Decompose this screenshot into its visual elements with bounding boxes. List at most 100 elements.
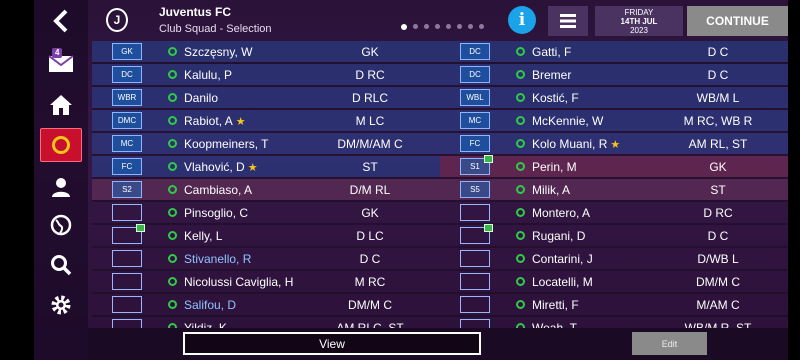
selection-slot[interactable]: S5 [460, 181, 490, 198]
selection-slot[interactable]: DC [460, 43, 490, 60]
availability-icon [516, 70, 525, 79]
selection-slot[interactable]: DC [460, 66, 490, 83]
player-name[interactable]: Salifou, D [184, 298, 236, 312]
menu-button[interactable] [548, 6, 588, 36]
home-button[interactable] [40, 88, 82, 122]
selection-slot[interactable]: FC [112, 158, 142, 175]
squad-row: GK Szczęsny, W GK DC Gatti, F D C [92, 41, 788, 64]
player-name[interactable]: Contarini, J [532, 252, 593, 266]
player-name[interactable]: Montero, A [532, 206, 590, 220]
selection-slot[interactable] [460, 250, 490, 267]
selection-slot[interactable]: DC [112, 66, 142, 83]
player-cell[interactable]: Kelly, L D LC [92, 224, 440, 246]
player-name[interactable]: Locatelli, M [532, 275, 593, 289]
player-cell[interactable]: Montero, A D RC [440, 202, 788, 223]
player-name[interactable]: Nicolussi Caviglia, H [184, 275, 293, 289]
edit-button[interactable]: Edit [632, 332, 707, 355]
selection-slot[interactable] [460, 273, 490, 290]
inbox-button[interactable]: 4 [40, 46, 82, 80]
player-name[interactable]: Danilo [184, 91, 218, 105]
club-button[interactable] [40, 128, 82, 162]
player-cell[interactable]: Stivanello, R D C [92, 248, 440, 269]
player-cell[interactable]: Rugani, D D C [440, 224, 788, 246]
page-indicator[interactable] [401, 24, 484, 30]
selection-slot[interactable] [460, 296, 490, 313]
player-name[interactable]: Kostić, F [532, 91, 579, 105]
availability-icon [168, 139, 177, 148]
player-name[interactable]: Rugani, D [532, 229, 585, 243]
player-cell[interactable]: S2 Cambiaso, A D/M RL [92, 179, 440, 200]
selection-slot[interactable]: DMC [112, 112, 142, 129]
player-cell[interactable]: Pinsoglio, C GK [92, 202, 440, 223]
player-name[interactable]: Cambiaso, A [184, 183, 252, 197]
selection-slot[interactable] [112, 204, 142, 221]
game-date[interactable]: FRIDAY 14TH JUL 2023 [595, 6, 683, 36]
view-button[interactable]: View [183, 332, 481, 355]
player-name[interactable]: Szczęsny, W [184, 45, 252, 59]
selection-slot[interactable]: FC [460, 135, 490, 152]
player-name[interactable]: Kolo Muani, R ★ [532, 137, 620, 151]
player-name[interactable]: Pinsoglio, C [184, 206, 248, 220]
squad-row: Pinsoglio, C GK Montero, A D RC [92, 202, 788, 225]
search-button[interactable] [40, 248, 82, 282]
staff-button[interactable] [40, 170, 82, 204]
selection-slot[interactable]: WBR [112, 89, 142, 106]
player-name[interactable]: Vlahović, D ★ [184, 160, 258, 174]
player-name-text: Locatelli, M [532, 275, 593, 289]
player-cell[interactable]: Miretti, F M/AM C [440, 294, 788, 315]
player-name[interactable]: Gatti, F [532, 45, 571, 59]
player-name-text: Contarini, J [532, 252, 593, 266]
selection-slot[interactable] [112, 296, 142, 313]
selection-slot[interactable] [112, 273, 142, 290]
player-name[interactable]: McKennie, W [532, 114, 603, 128]
player-name[interactable]: Milik, A [532, 183, 570, 197]
player-position: GK [361, 45, 379, 59]
selection-slot[interactable]: MC [112, 135, 142, 152]
player-cell[interactable]: GK Szczęsny, W GK [92, 41, 440, 62]
selection-slot[interactable]: WBL [460, 89, 490, 106]
availability-icon [168, 93, 177, 102]
selection-slot[interactable] [112, 250, 142, 267]
player-cell[interactable]: Contarini, J D/WB L [440, 248, 788, 269]
player-cell[interactable]: MC McKennie, W M RC, WB R [440, 110, 788, 131]
player-cell[interactable]: DC Bremer D C [440, 64, 788, 85]
player-cell[interactable]: WBR Danilo D RLC [92, 87, 440, 108]
selection-slot[interactable]: GK [112, 43, 142, 60]
player-name[interactable]: Perin, M [532, 160, 577, 174]
player-cell[interactable]: DC Gatti, F D C [440, 41, 788, 62]
player-cell[interactable]: WBL Kostić, F WB/M L [440, 87, 788, 108]
selection-slot[interactable]: MC [460, 112, 490, 129]
availability-icon [516, 231, 525, 240]
squad-table: GK Szczęsny, W GK DC Gatti, FD C DC Kalulu, PD… [92, 41, 788, 340]
player-name[interactable]: Koopmeiners, T [184, 137, 269, 151]
continue-button[interactable]: CONTINUE [687, 6, 788, 36]
world-button[interactable] [40, 208, 82, 242]
player-name-text: Rabiot, A [184, 114, 233, 128]
player-name[interactable]: Kalulu, P [184, 68, 232, 82]
availability-icon [168, 47, 177, 56]
player-cell[interactable]: DC Kalulu, P D RC [92, 64, 440, 85]
status-flag-icon [484, 224, 493, 232]
selection-slot[interactable]: S2 [112, 181, 142, 198]
selection-slot[interactable] [460, 204, 490, 221]
player-cell[interactable]: Locatelli, M DM/M C [440, 271, 788, 292]
player-name[interactable]: Bremer [532, 68, 571, 82]
availability-icon [168, 70, 177, 79]
player-cell[interactable]: S1 Perin, M GK [440, 155, 788, 177]
player-name[interactable]: Rabiot, A ★ [184, 114, 246, 128]
player-cell[interactable]: FC Vlahović, D ★ ST [92, 156, 440, 177]
player-cell[interactable]: MC Koopmeiners, T DM/M/AM C [92, 133, 440, 154]
player-name[interactable]: Miretti, F [532, 298, 579, 312]
club-crest[interactable]: J [106, 8, 128, 32]
back-button[interactable] [40, 4, 82, 38]
player-cell[interactable]: DMC Rabiot, A ★ M LC [92, 110, 440, 131]
player-cell[interactable]: FC Kolo Muani, R ★ AM RL, ST [440, 133, 788, 154]
info-button[interactable]: i [508, 6, 536, 34]
player-cell[interactable]: S5 Milik, A ST [440, 179, 788, 200]
settings-button[interactable] [40, 288, 82, 322]
player-name[interactable]: Stivanello, R [184, 252, 251, 266]
player-name[interactable]: Kelly, L [184, 229, 222, 243]
player-cell[interactable]: Salifou, D DM/M C [92, 294, 440, 315]
player-cell[interactable]: Nicolussi Caviglia, H M RC [92, 271, 440, 292]
device-bezel-right [788, 0, 800, 360]
